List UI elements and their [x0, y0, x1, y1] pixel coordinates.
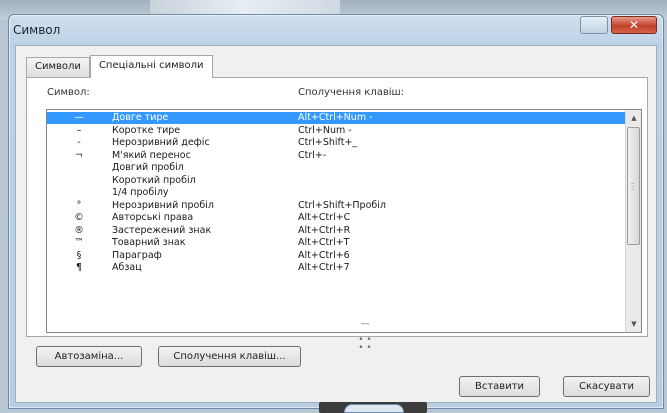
list-item[interactable]: ° Нерозривний пробіл Ctrl+Shift+Пробіл: [47, 200, 626, 212]
vertical-scrollbar[interactable]: ▲ – – – ▼: [625, 110, 641, 332]
list-item[interactable]: Довгий пробіл: [47, 162, 626, 174]
scroll-up-arrow-icon[interactable]: ▲: [626, 110, 641, 126]
shortcut-keys: Alt+Ctrl+C: [298, 212, 351, 223]
symbol-glyph: ¶: [75, 262, 83, 273]
symbol-glyph: §: [76, 249, 82, 261]
shortcut-keys: Ctrl+Num -: [298, 124, 352, 136]
drag-handle-icon: — • • • •: [358, 319, 372, 353]
tab-symbols[interactable]: Символи: [26, 57, 90, 77]
help-button[interactable]: [580, 16, 608, 34]
symbol-name: Нерозривний дефіс: [112, 137, 210, 148]
tab-symbols-label: Символи: [35, 61, 81, 72]
symbol-glyph: ©: [74, 212, 84, 223]
symbol-name: Довге тире: [112, 112, 169, 123]
symbol-dialog: Символ ✕ Символи Спеціальні символи Симв…: [8, 14, 664, 409]
list-item[interactable]: - Нерозривний дефіс Ctrl+Shift+_: [47, 137, 626, 149]
scroll-down-arrow-icon[interactable]: ▼: [626, 316, 641, 332]
symbol-name: 1/4 пробілу: [112, 187, 169, 198]
window-title: Символ: [13, 23, 61, 37]
close-button[interactable]: ✕: [611, 16, 657, 34]
list-item[interactable]: ¬ М'який перенос Ctrl+-: [47, 150, 626, 162]
list-item[interactable]: ® Застережений знак Alt+Ctrl+R: [47, 225, 626, 237]
tab-special-characters-label: Спеціальні символи: [98, 60, 204, 71]
symbol-name: Абзац: [112, 262, 142, 273]
symbol-name: Короткий пробіл: [112, 174, 196, 186]
list-item[interactable]: Короткий пробіл: [47, 175, 626, 187]
shortcut-keys: Alt+Ctrl+R: [298, 224, 351, 236]
symbol-name: Застережений знак: [112, 224, 212, 236]
shortcut-keys: Ctrl+Shift+Пробіл: [298, 199, 386, 211]
list-item[interactable]: 1/4 пробілу: [47, 187, 626, 199]
symbol-name: М'який перенос: [112, 149, 191, 161]
list-item[interactable]: ¶ Абзац Alt+Ctrl+7: [47, 262, 626, 274]
list-item[interactable]: © Авторські права Alt+Ctrl+C: [47, 212, 626, 224]
special-characters-panel: Символ: Сполучення клавіш: ¶ Абзац Alt+Ctr…: [26, 77, 648, 337]
shortcut-keys: Alt+Ctrl+Num -: [298, 112, 373, 123]
shortcut-keys: Alt+Ctrl+T: [298, 237, 350, 248]
symbol-column-header: Символ:: [47, 87, 90, 98]
symbol-glyph: ¬: [75, 149, 83, 161]
symbol-name: Нерозривний пробіл: [112, 199, 214, 211]
symbol-glyph: ®: [74, 224, 84, 236]
symbol-name: Авторські права: [112, 212, 194, 223]
tab-strip: Символи Спеціальні символи: [26, 55, 213, 78]
cancel-button[interactable]: Скасувати: [563, 376, 650, 397]
autocorrect-button[interactable]: Автозаміна...: [36, 346, 142, 367]
symbol-name: Коротке тире: [112, 124, 181, 136]
shortcut-column-header: Сполучення клавіш:: [298, 87, 405, 98]
title-bar[interactable]: Символ ✕: [9, 15, 663, 43]
list-item[interactable]: – Коротке тире Ctrl+Num -: [47, 125, 626, 137]
symbol-glyph: –: [76, 124, 82, 136]
symbol-name: Довгий пробіл: [112, 162, 184, 173]
list-item[interactable]: § Параграф Alt+Ctrl+6: [47, 250, 626, 262]
taskbar-tab-fragment: [344, 404, 404, 413]
shortcut-keys: Alt+Ctrl+7: [298, 262, 350, 273]
list-item[interactable]: ™ Товарний знак Alt+Ctrl+T: [47, 237, 626, 249]
symbol-glyph: °: [76, 199, 82, 211]
shortcut-keys: Ctrl+-: [298, 149, 327, 161]
shortcut-keys-button[interactable]: Сполучення клавіш...: [158, 346, 301, 367]
symbol-name: Параграф: [112, 249, 162, 261]
list-item[interactable]: — Довге тире Alt+Ctrl+Num -: [47, 112, 626, 124]
close-icon: ✕: [628, 18, 640, 32]
symbol-glyph: —: [74, 112, 84, 123]
insert-button[interactable]: Вставити: [459, 376, 540, 397]
symbol-glyph: ™: [74, 237, 84, 248]
scrollbar-thumb[interactable]: – – –: [627, 127, 640, 245]
special-characters-list[interactable]: ¶ Абзац Alt+Ctrl+7 § Параграф Alt+Ctrl+6 ™ Това…: [46, 109, 642, 333]
tab-special-characters[interactable]: Спеціальні символи: [89, 55, 213, 78]
dialog-body: Символи Спеціальні символи Символ: Сполу…: [15, 45, 657, 403]
grip-icon: – – –: [631, 180, 634, 193]
shortcut-keys: Ctrl+Shift+_: [298, 137, 358, 148]
shortcut-keys: Alt+Ctrl+6: [298, 249, 350, 261]
symbol-glyph: -: [77, 137, 81, 148]
symbol-name: Товарний знак: [112, 237, 186, 248]
